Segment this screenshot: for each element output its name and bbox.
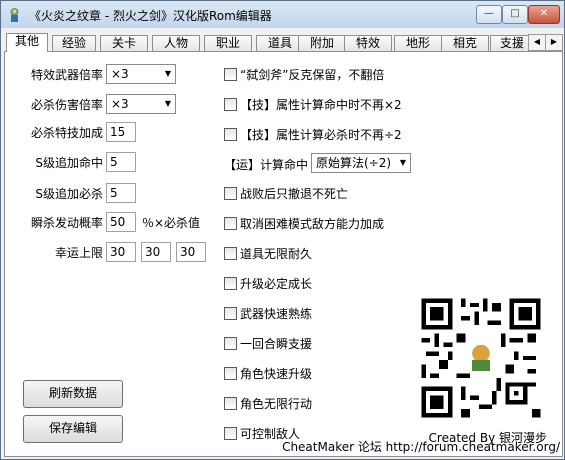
chevron-down-icon: ▼ bbox=[399, 158, 406, 167]
luck-cap-input-3[interactable]: 30 bbox=[176, 242, 206, 262]
check-label: 升级必定成长 bbox=[240, 277, 313, 291]
luck-cap-input-2[interactable]: 30 bbox=[141, 242, 171, 262]
app-window: 《火炎之纹章 - 烈火之剑》汉化版Rom编辑器 — □ ✕ 其他 经验 关卡 人… bbox=[0, 0, 565, 460]
checkbox-icon bbox=[224, 427, 237, 440]
crit-damage-rate-label: 必杀伤害倍率 bbox=[30, 98, 103, 112]
tab-items[interactable]: 道具 bbox=[256, 35, 304, 51]
tab-scroll-right-icon[interactable]: ▶ bbox=[545, 34, 563, 51]
s-rank-crit-label: S级追加必杀 bbox=[35, 187, 103, 201]
title-bar: 《火炎之纹章 - 烈火之剑》汉化版Rom编辑器 — □ ✕ bbox=[1, 1, 564, 28]
checkbox-icon bbox=[224, 337, 237, 350]
tab-terrain[interactable]: 地形 bbox=[394, 35, 442, 51]
check-label: 武器快速熟练 bbox=[240, 307, 313, 321]
check-label: 战败后只撤退不死亡 bbox=[240, 187, 349, 201]
close-button[interactable]: ✕ bbox=[528, 5, 560, 24]
qr-code-image bbox=[417, 294, 545, 422]
checkbox-icon bbox=[224, 98, 237, 111]
tab-effects[interactable]: 特效 bbox=[344, 35, 392, 51]
luck-calc-label: 【运】计算命中 bbox=[224, 158, 309, 172]
check-label: “弑剑斧”反克保留，不翻倍 bbox=[240, 68, 385, 82]
instant-kill-label: 瞬杀发动概率 bbox=[30, 216, 103, 230]
crit-skill-bonus-label: 必杀特技加成 bbox=[30, 126, 103, 140]
checkbox-icon bbox=[224, 247, 237, 260]
save-edit-button[interactable]: 保存编辑 bbox=[23, 415, 123, 443]
check-label: 角色无限行动 bbox=[240, 397, 313, 411]
tab-scroll-left-icon[interactable]: ◀ bbox=[528, 34, 546, 51]
check-label: 【技】属性计算必杀时不再÷2 bbox=[240, 128, 402, 142]
check-label: 角色快速升级 bbox=[240, 367, 313, 381]
special-weapon-rate-value: ×3 bbox=[111, 67, 129, 81]
luck-calc-value: 原始算法(÷2) bbox=[316, 156, 392, 170]
s-rank-hit-label: S级追加命中 bbox=[35, 156, 103, 170]
tab-strip: 其他 经验 关卡 人物 职业 道具 附加 特效 地形 相克 支援 ◀ ▶ bbox=[4, 33, 563, 52]
special-weapon-rate-label: 特效武器倍率 bbox=[30, 68, 103, 82]
luck-cap-input-1[interactable]: 30 bbox=[106, 242, 136, 262]
crit-damage-rate-value: ×3 bbox=[111, 97, 129, 111]
checkbox-icon bbox=[224, 128, 237, 141]
chevron-down-icon: ▼ bbox=[164, 69, 171, 78]
window-title: 《火炎之纹章 - 烈火之剑》汉化版Rom编辑器 bbox=[29, 9, 272, 23]
special-weapon-rate-select[interactable]: ×3 ▼ bbox=[106, 64, 176, 84]
checkbox-icon bbox=[224, 367, 237, 380]
tab-character[interactable]: 人物 bbox=[152, 35, 200, 51]
checkbox-icon bbox=[224, 187, 237, 200]
minimize-button[interactable]: — bbox=[476, 5, 502, 24]
check-label: 道具无限耐久 bbox=[240, 247, 313, 261]
luck-calc-select[interactable]: 原始算法(÷2) ▼ bbox=[311, 153, 411, 173]
checkbox-icon bbox=[224, 397, 237, 410]
tab-stage[interactable]: 关卡 bbox=[100, 35, 148, 51]
checkbox-icon bbox=[224, 307, 237, 320]
maximize-button[interactable]: □ bbox=[502, 5, 528, 24]
checkbox-icon bbox=[224, 217, 237, 230]
checkbox-icon bbox=[224, 68, 237, 81]
chevron-down-icon: ▼ bbox=[164, 99, 171, 108]
check-label: 一回合瞬支援 bbox=[240, 337, 313, 351]
crit-damage-rate-select[interactable]: ×3 ▼ bbox=[106, 94, 176, 114]
check-label: 【技】属性计算命中时不再×2 bbox=[240, 98, 402, 112]
check-label: 取消困难模式敌方能力加成 bbox=[240, 217, 385, 231]
tab-experience[interactable]: 经验 bbox=[52, 35, 96, 51]
app-icon bbox=[10, 8, 19, 22]
instant-kill-input[interactable]: 50 bbox=[106, 212, 136, 232]
refresh-data-button[interactable]: 刷新数据 bbox=[23, 380, 123, 408]
footer-link[interactable]: CheatMaker 论坛 http://forum.cheatmaker.or… bbox=[282, 438, 560, 455]
tab-other[interactable]: 其他 bbox=[6, 33, 48, 52]
tab-class[interactable]: 职业 bbox=[204, 35, 252, 51]
s-rank-crit-input[interactable]: 5 bbox=[106, 183, 136, 203]
luck-cap-label: 幸运上限 bbox=[54, 246, 103, 260]
s-rank-hit-input[interactable]: 5 bbox=[106, 152, 136, 172]
instant-kill-suffix: ％×必杀值 bbox=[142, 216, 201, 230]
tab-extra[interactable]: 附加 bbox=[298, 35, 346, 51]
checkbox-icon bbox=[224, 277, 237, 290]
tab-affinity[interactable]: 相克 bbox=[441, 35, 489, 51]
tab-panel-other: 特效武器倍率 ×3 ▼ 必杀伤害倍率 ×3 ▼ 必杀特技加成 15 S级追加命中… bbox=[4, 51, 563, 457]
crit-skill-bonus-input[interactable]: 15 bbox=[106, 122, 136, 142]
